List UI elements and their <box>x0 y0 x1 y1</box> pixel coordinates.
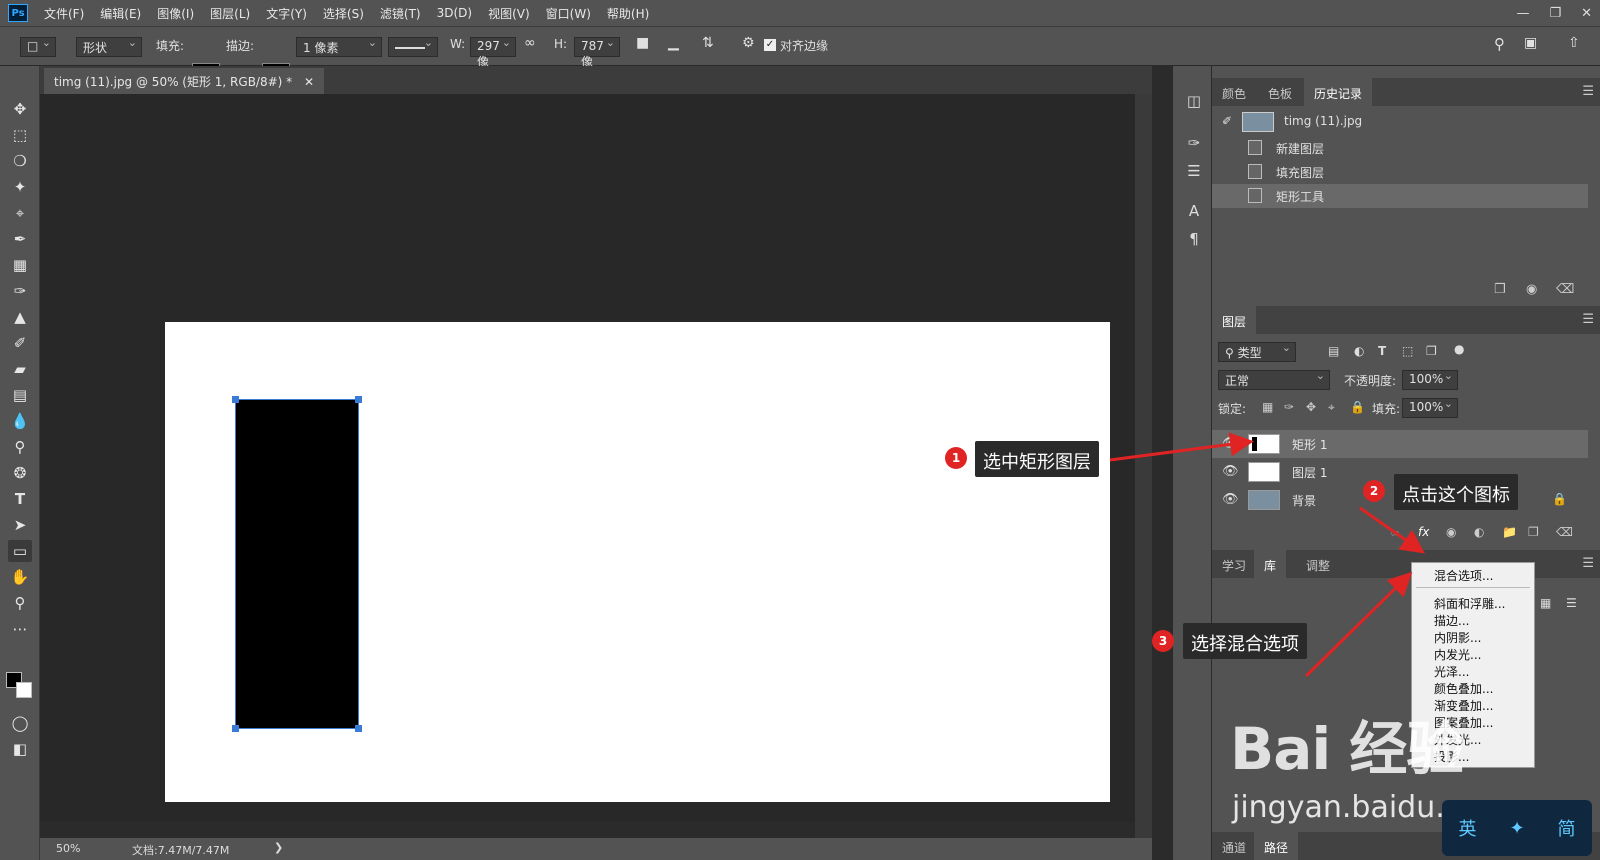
ime-mascot-icon: ✦ <box>1509 817 1525 839</box>
annotation-badge-1: 1 <box>945 447 967 469</box>
annotation-badge-3: 3 <box>1152 630 1174 652</box>
annotation-callout-3: 选择混合选项 <box>1183 623 1307 659</box>
ime-english-label[interactable]: 英 <box>1458 815 1476 841</box>
annotation-arrow-1 <box>1109 432 1254 462</box>
baidu-watermark-logo: Bai 经验 <box>1230 715 1464 783</box>
annotation-callout-1: 选中矩形图层 <box>975 441 1099 477</box>
ime-simplified-label[interactable]: 简 <box>1558 815 1576 841</box>
annotation-badge-2: 2 <box>1363 480 1385 502</box>
ime-status-widget[interactable]: 英 ✦ 简 <box>1442 800 1592 856</box>
annotation-callout-2: 点击这个图标 <box>1394 474 1518 510</box>
annotation-arrow-3 <box>1304 571 1413 678</box>
annotation-arrow-2 <box>1359 506 1425 554</box>
